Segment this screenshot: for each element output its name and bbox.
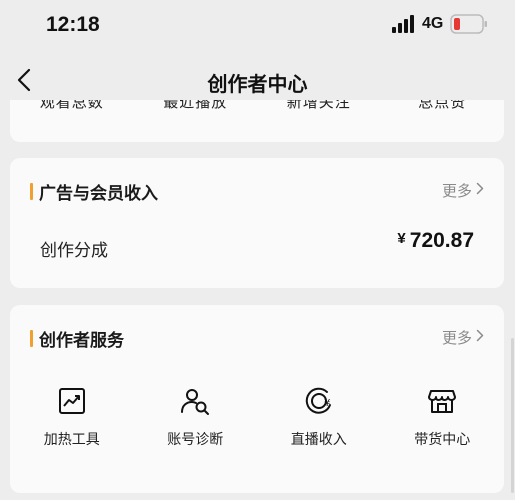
tool-commerce-center[interactable]: 带货中心 (381, 385, 504, 449)
accent-bar (30, 330, 33, 347)
ad-section-header: 广告与会员收入 (30, 179, 158, 204)
stat-label[interactable]: 总点赞 (381, 100, 505, 112)
network-type: 4G (422, 15, 444, 32)
svg-text:¥: ¥ (324, 398, 330, 409)
live-income-icon: ¥ (305, 387, 331, 414)
more-label: 更多 (441, 329, 472, 347)
ad-more-link[interactable]: 更多 (442, 180, 484, 201)
more-label: 更多 (441, 182, 472, 200)
tool-label: 直播收入 (290, 432, 347, 448)
revenue-label: 创作分成 (40, 241, 108, 261)
ad-revenue-card: 广告与会员收入 更多 创作分成 ¥720.87 (10, 158, 504, 288)
page-title: 创作者中心 (207, 72, 308, 96)
stats-card: 观看总数 最近播放 新增关注 总点赞 (10, 100, 504, 142)
tool-label: 账号诊断 (167, 432, 224, 448)
stat-label[interactable]: 观看总数 (10, 100, 134, 112)
service-more-link[interactable]: 更多 (442, 327, 484, 348)
revenue-value[interactable]: ¥720.87 (397, 229, 474, 253)
trend-chart-icon (58, 388, 85, 414)
ad-section-title: 广告与会员收入 (39, 184, 158, 204)
status-bar: 12:18 4G (0, 0, 515, 52)
revenue-amount: 720.87 (409, 229, 474, 252)
stat-label[interactable]: 新增关注 (257, 100, 381, 112)
tool-heat-boost[interactable]: 加热工具 (10, 385, 133, 449)
service-section-header: 创作者服务 (30, 326, 124, 351)
tool-label: 带货中心 (414, 432, 471, 448)
tool-live-income[interactable]: ¥ 直播收入 (257, 385, 380, 449)
status-time: 12:18 (46, 13, 100, 36)
store-icon (428, 390, 457, 413)
accent-bar (30, 183, 33, 200)
stat-label[interactable]: 最近播放 (134, 100, 258, 112)
service-section-title: 创作者服务 (39, 331, 124, 351)
tools-row: 加热工具 账号诊断 ¥ 直播收入 带货中心 (10, 385, 504, 449)
scrollbar[interactable] (511, 338, 514, 493)
currency-symbol: ¥ (397, 230, 406, 247)
user-search-icon (181, 389, 210, 415)
signal-icon (392, 15, 414, 33)
tool-label: 加热工具 (43, 432, 100, 448)
creator-services-card: 创作者服务 更多 加热工具 账号诊断 ¥ 直播收入 带货中心 (10, 305, 504, 493)
tool-account-diagnosis[interactable]: 账号诊断 (134, 385, 257, 449)
chevron-right-icon (476, 329, 484, 346)
stats-row: 观看总数 最近播放 新增关注 总点赞 (10, 100, 504, 112)
battery-icon (450, 14, 487, 34)
chevron-right-icon (476, 182, 484, 199)
